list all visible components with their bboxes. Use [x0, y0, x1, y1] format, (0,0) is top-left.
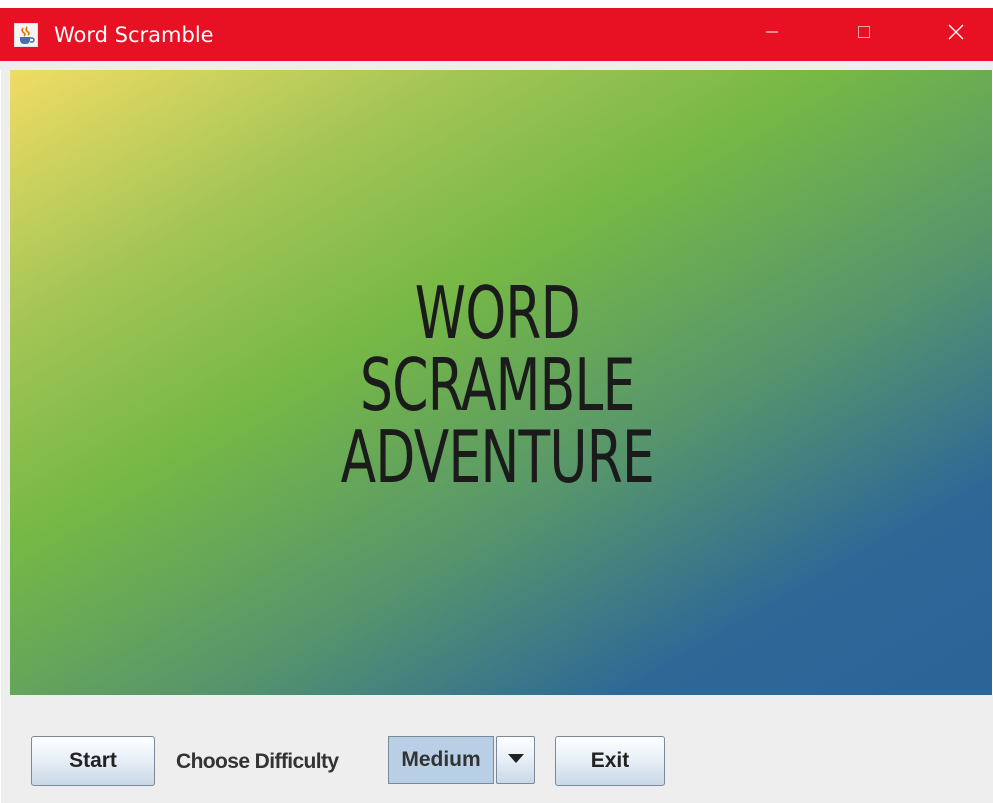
maximize-button[interactable]: [818, 8, 910, 61]
dropdown-arrow-button[interactable]: [496, 736, 535, 784]
game-title-line-2: SCRAMBLE: [360, 343, 635, 427]
caret-down-icon: [507, 751, 524, 769]
game-title-line-1: WORD: [414, 271, 581, 355]
difficulty-selected-value[interactable]: Medium: [388, 736, 494, 784]
title-banner: WORD SCRAMBLE ADVENTURE: [10, 70, 992, 695]
window-left-edge: [1, 61, 10, 803]
title-bar[interactable]: Word Scramble: [0, 8, 993, 61]
difficulty-dropdown[interactable]: Medium: [388, 736, 535, 784]
app-window: Word Scramble WORD SCRAMBLE ADVENTURE St…: [0, 0, 993, 803]
difficulty-label: Choose Difficulty: [176, 750, 339, 773]
start-button[interactable]: Start: [31, 736, 155, 786]
close-button[interactable]: [910, 8, 993, 61]
maximize-icon: [857, 25, 871, 44]
close-icon: [948, 24, 964, 45]
game-title: WORD SCRAMBLE ADVENTURE: [146, 277, 848, 493]
window-title: Word Scramble: [54, 23, 214, 47]
java-cup-icon: [13, 22, 39, 48]
content-top-gap: [0, 61, 993, 70]
game-title-line-3: ADVENTURE: [340, 415, 655, 499]
minimize-button[interactable]: [726, 8, 818, 61]
exit-button[interactable]: Exit: [555, 736, 665, 786]
minimize-icon: [765, 25, 779, 44]
